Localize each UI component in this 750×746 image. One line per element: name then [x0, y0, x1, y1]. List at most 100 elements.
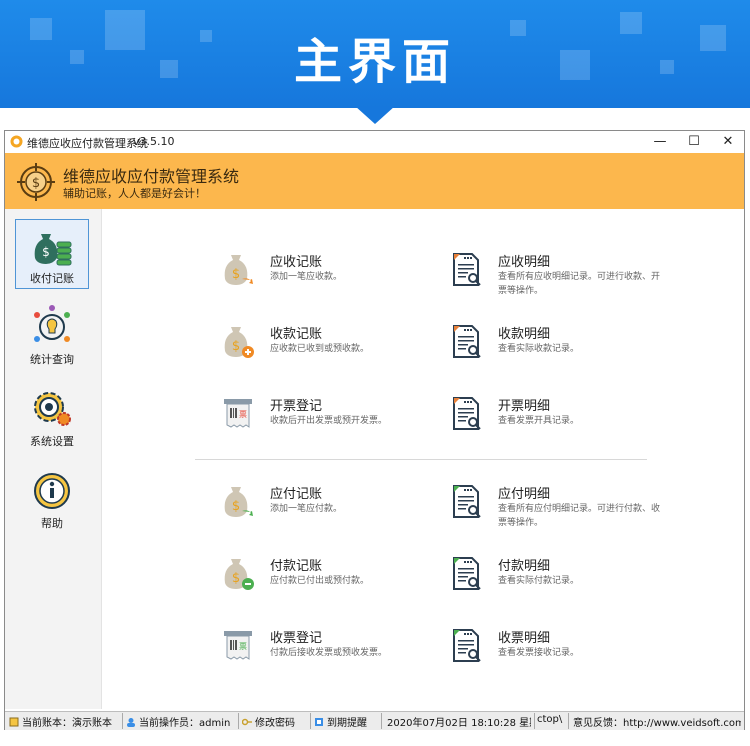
function-title: 应收记账	[270, 255, 323, 270]
receivable-entry-button[interactable]: $ 应收记账 添加一笔应收款。	[220, 247, 440, 303]
money-bag-coins-icon: $	[34, 234, 72, 266]
function-desc: 应收款已收到或预收款。	[270, 344, 370, 354]
banner-title: 主界面	[293, 34, 456, 90]
svg-text:票: 票	[239, 642, 247, 651]
header-title: 维德应收应付款管理系统	[63, 167, 240, 186]
money-bag-minus-icon: $	[224, 559, 254, 590]
app-window: 维德应收应付款管理系统 v3.5.10 — ☐ ✕ $ 维德应收应付款管理系统 …	[4, 130, 745, 730]
function-title: 应收明细	[498, 255, 551, 270]
function-desc: 添加一笔应收款。	[270, 272, 343, 282]
function-desc: 应付款已付出或预付款。	[270, 576, 370, 586]
status-bar: 当前账本：演示账本 当前操作员：admin 修改密码 到期提醒 2020年07月…	[5, 711, 744, 730]
function-title: 付款记账	[270, 559, 323, 574]
money-bag-arrow-icon: $	[224, 487, 253, 517]
function-desc: 添加一笔应付款。	[270, 504, 343, 514]
status-text: 修改密码	[255, 718, 295, 728]
function-desc: 查看所有应付明细记录。可进行付款、收票等操作。	[498, 504, 661, 528]
money-bag-arrow-icon: $	[224, 255, 253, 285]
function-desc: 查看实际收款记录。	[498, 344, 580, 354]
svg-text:$: $	[232, 571, 240, 586]
due-reminder-button[interactable]: 到期提醒	[314, 714, 378, 728]
money-bag-plus-icon: $	[224, 327, 254, 358]
window-title: 维德应收应付款管理系统	[27, 137, 148, 150]
function-title: 付款明细	[498, 559, 551, 574]
title-bar: 维德应收应付款管理系统 v3.5.10 — ☐ ✕	[5, 131, 744, 153]
document-search-icon	[453, 485, 481, 518]
section-divider	[195, 459, 647, 460]
svg-text:$: $	[232, 267, 240, 282]
document-search-icon	[453, 325, 481, 358]
svg-text:$: $	[42, 245, 50, 259]
receivable-detail-button[interactable]: 应收明细 查看所有应收明细记录。可进行收款、开票等操作。	[448, 247, 668, 303]
function-title: 收款记账	[270, 327, 323, 342]
app-header: $ 维德应收应付款管理系统 辅助记账，人人都是好会计！	[5, 153, 744, 209]
path-status: ctop\	[537, 714, 563, 725]
received-entry-button[interactable]: $ 收款记账 应收款已收到或预收款。	[220, 319, 440, 375]
status-text: 到期提醒	[327, 718, 367, 728]
function-title: 开票登记	[270, 399, 323, 414]
sidebar-item-label: 收付记账	[30, 272, 74, 285]
promo-banner: 主界面	[0, 0, 750, 108]
current-operator-status[interactable]: 当前操作员：admin	[126, 714, 236, 728]
paid-detail-button[interactable]: 付款明细 查看实际付款记录。	[448, 551, 668, 607]
minimize-button[interactable]: —	[643, 131, 677, 153]
function-desc: 查看发票接收记录。	[498, 648, 580, 658]
document-search-icon	[453, 629, 481, 662]
document-search-icon	[453, 253, 481, 286]
close-button[interactable]: ✕	[711, 131, 745, 153]
user-icon	[127, 718, 135, 727]
change-password-button[interactable]: 修改密码	[242, 714, 308, 728]
payable-entry-button[interactable]: $ 应付记账 添加一笔应付款。	[220, 479, 440, 535]
key-icon	[242, 718, 252, 726]
function-title: 收款明细	[498, 327, 551, 342]
svg-text:票: 票	[239, 410, 247, 419]
header-subtitle: 辅助记账，人人都是好会计！	[63, 187, 206, 200]
function-desc: 查看所有应收明细记录。可进行收款、开票等操作。	[498, 272, 661, 296]
sidebar-item-label: 统计查询	[30, 353, 74, 366]
gear-icon	[34, 392, 71, 426]
function-title: 应付明细	[498, 487, 551, 502]
status-text: 当前操作员：admin	[139, 718, 231, 728]
window-version: v3.5.10	[133, 135, 175, 148]
sidebar-item-label: 帮助	[41, 517, 63, 530]
target-dollar-logo-icon: $	[17, 163, 55, 201]
payable-detail-button[interactable]: 应付明细 查看所有应付明细记录。可进行付款、收票等操作。	[448, 479, 668, 535]
sidebar-item-statistics[interactable]: 统计查询	[15, 301, 89, 371]
function-desc: 付款后接收发票或预收发票。	[270, 648, 388, 658]
sidebar-item-label: 系统设置	[30, 435, 74, 448]
paid-entry-button[interactable]: $ 付款记账 应付款已付出或预付款。	[220, 551, 440, 607]
feedback-link[interactable]: 意见反馈：http://www.veidsoft.com	[573, 714, 741, 728]
svg-text:$: $	[32, 176, 40, 191]
app-logo-icon	[10, 135, 23, 148]
info-icon	[34, 473, 70, 509]
main-content: $ 应收记账 添加一笔应收款。 $ 收款记账 应收款已收到或预收款。 票 开票登…	[102, 209, 744, 709]
function-desc: 查看实际付款记录。	[498, 576, 580, 586]
invoice-issue-detail-button[interactable]: 开票明细 查看发票开具记录。	[448, 391, 668, 447]
banner-pointer	[355, 106, 395, 124]
maximize-button[interactable]: ☐	[677, 131, 711, 153]
book-icon	[9, 717, 19, 727]
function-title: 开票明细	[498, 399, 551, 414]
function-title: 应付记账	[270, 487, 323, 502]
sidebar-item-help[interactable]: 帮助	[15, 465, 89, 535]
function-desc: 收款后开出发票或预开发票。	[270, 416, 388, 426]
reminder-icon	[315, 718, 323, 726]
status-text: 当前账本：演示账本	[22, 718, 112, 728]
document-search-icon	[453, 397, 481, 430]
current-account-status[interactable]: 当前账本：演示账本	[9, 714, 119, 728]
function-title: 收票明细	[498, 631, 551, 646]
invoice-issue-button[interactable]: 票 开票登记 收款后开出发票或预开发票。	[220, 391, 440, 447]
document-search-icon	[453, 557, 481, 590]
lightbulb-chart-icon	[34, 305, 70, 342]
invoice-printer-icon: 票	[224, 399, 252, 428]
received-detail-button[interactable]: 收款明细 查看实际收款记录。	[448, 319, 668, 375]
function-desc: 查看发票开具记录。	[498, 416, 580, 426]
svg-text:$: $	[232, 339, 240, 354]
datetime-status: 2020年07月02日 18:10:28 星期四	[387, 718, 531, 728]
invoice-receive-detail-button[interactable]: 收票明细 查看发票接收记录。	[448, 623, 668, 679]
function-title: 收票登记	[270, 631, 323, 646]
invoice-printer-icon: 票	[224, 631, 252, 660]
sidebar-item-bookkeeping[interactable]: $ 收付记账	[15, 219, 89, 289]
invoice-receive-button[interactable]: 票 收票登记 付款后接收发票或预收发票。	[220, 623, 440, 679]
sidebar-item-settings[interactable]: 系统设置	[15, 383, 89, 453]
